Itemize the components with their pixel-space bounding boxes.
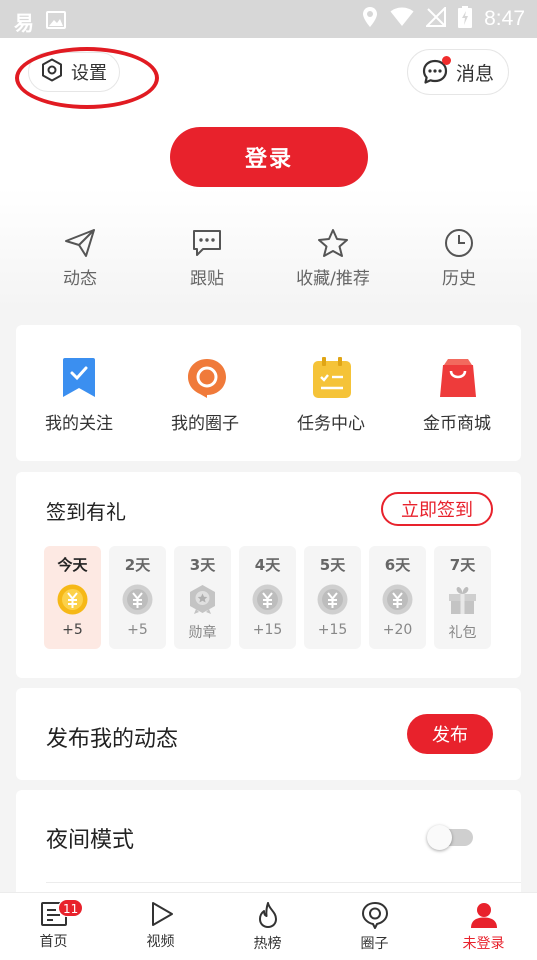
publish-button[interactable]: 发布 [407, 714, 493, 754]
services-card: 我的关注 我的圈子 任务中心 金币商城 [16, 325, 521, 461]
nav-label: 视频 [146, 934, 175, 950]
day-label: 7天 [449, 556, 476, 574]
message-icon [422, 56, 451, 85]
coin-icon [122, 584, 153, 615]
night-mode-card: 夜间模式 [16, 790, 521, 900]
sign-day-4: 4天 +15 [239, 546, 296, 649]
day-label: 4天 [254, 556, 281, 574]
quick-link-label: 跟贴 [190, 269, 224, 289]
nav-circles[interactable]: 圈子 [321, 901, 428, 953]
quick-link-favorites[interactable]: 收藏/推荐 [278, 228, 388, 289]
night-mode-title: 夜间模式 [46, 828, 135, 853]
messages-label: 消息 [455, 62, 494, 85]
publish-title: 发布我的动态 [46, 727, 179, 752]
nav-video[interactable]: 视频 [107, 901, 214, 951]
send-icon [25, 228, 135, 258]
sign-day-2: 2天 +5 [109, 546, 166, 649]
no-signal-icon [424, 5, 447, 31]
sign-in-now-button[interactable]: 立即签到 [381, 492, 493, 526]
bottom-navigation: 11 首页 视频 热榜 圈子 未登录 [0, 892, 537, 960]
wifi-icon [390, 7, 414, 31]
service-label: 金币商城 [423, 414, 491, 434]
quick-link-label: 收藏/推荐 [296, 269, 370, 289]
service-following[interactable]: 我的关注 [16, 357, 142, 434]
toggle-knob [427, 825, 452, 850]
nav-home[interactable]: 11 首页 [0, 899, 107, 951]
news-icon [0, 901, 107, 927]
flame-icon [214, 901, 321, 929]
day-reward: +15 [317, 622, 348, 638]
day-reward: +20 [382, 622, 413, 638]
day-reward: +5 [62, 622, 83, 638]
nav-label: 圈子 [360, 936, 389, 952]
nav-label: 未登录 [462, 936, 505, 952]
unread-dot [441, 56, 451, 65]
comment-icon [152, 228, 262, 258]
messages-button[interactable]: 消息 [406, 49, 509, 95]
status-time: 8:47 [484, 7, 525, 30]
image-notification-icon [46, 10, 66, 33]
day-reward: 勋章 [188, 625, 217, 641]
day-reward: 礼包 [448, 625, 477, 641]
coin-icon [252, 584, 283, 615]
clock-icon [404, 228, 514, 258]
day-reward: +5 [127, 622, 148, 638]
day-label: 6天 [384, 556, 411, 574]
shopping-bag-icon [438, 357, 476, 399]
quick-link-activity[interactable]: 动态 [25, 228, 135, 289]
gift-icon [447, 584, 478, 615]
user-icon [430, 901, 537, 929]
gold-coin-icon [57, 584, 88, 615]
quick-link-comments[interactable]: 跟贴 [152, 228, 262, 289]
service-circles[interactable]: 我的圈子 [142, 357, 268, 434]
star-icon [278, 228, 388, 258]
sign-day-1: 今天 +5 [44, 546, 101, 649]
sign-day-5: 5天 +15 [304, 546, 361, 649]
unread-badge: 11 [58, 899, 84, 917]
quick-link-history[interactable]: 历史 [404, 228, 514, 289]
nav-label: 热榜 [253, 936, 282, 952]
quick-link-label: 历史 [442, 269, 476, 289]
profile-header: 设置 消息 登录 动态 跟贴 收藏/推荐 历史 [0, 38, 537, 310]
sign-in-title: 签到有礼 [46, 500, 126, 524]
service-task-center[interactable]: 任务中心 [268, 357, 394, 434]
sign-day-6: 6天 +20 [369, 546, 426, 649]
medal-icon [187, 584, 218, 615]
service-coin-mall[interactable]: 金币商城 [394, 357, 520, 434]
divider [46, 882, 521, 883]
day-label: 今天 [57, 556, 88, 574]
bookmark-icon [60, 357, 98, 399]
app-notification-icon: 易 [14, 11, 34, 35]
sign-day-3: 3天 勋章 [174, 546, 231, 649]
night-mode-toggle[interactable] [427, 825, 477, 850]
service-label: 任务中心 [297, 414, 365, 434]
sign-in-card: 签到有礼 立即签到 今天 +5 2天 +5 3天 勋章 4天 +15 5天 +1… [16, 472, 521, 678]
login-button[interactable]: 登录 [170, 127, 368, 187]
nav-not-logged-in[interactable]: 未登录 [430, 901, 537, 953]
circle-chat-icon [186, 357, 226, 399]
day-label: 5天 [319, 556, 346, 574]
sign-day-7: 7天 礼包 [434, 546, 491, 649]
day-reward: +15 [252, 622, 283, 638]
location-icon [362, 6, 378, 32]
location-circle-icon [321, 901, 428, 929]
day-label: 3天 [189, 556, 216, 574]
battery-charging-icon [458, 6, 473, 32]
quick-links: 动态 跟贴 收藏/推荐 历史 [0, 228, 537, 298]
service-label: 我的圈子 [171, 414, 239, 434]
publish-card: 发布我的动态 发布 [16, 688, 521, 780]
hexagon-gear-icon [41, 58, 63, 87]
nav-label: 首页 [39, 934, 68, 950]
settings-button[interactable]: 设置 [28, 52, 120, 92]
play-icon [107, 901, 214, 927]
status-bar: 易 8:47 [0, 0, 537, 38]
coin-icon [382, 584, 413, 615]
coin-icon [317, 584, 348, 615]
service-label: 我的关注 [45, 414, 113, 434]
settings-label: 设置 [71, 63, 107, 84]
nav-hot-list[interactable]: 热榜 [214, 901, 321, 953]
quick-link-label: 动态 [63, 269, 97, 289]
task-icon [312, 357, 351, 399]
day-label: 2天 [124, 556, 151, 574]
